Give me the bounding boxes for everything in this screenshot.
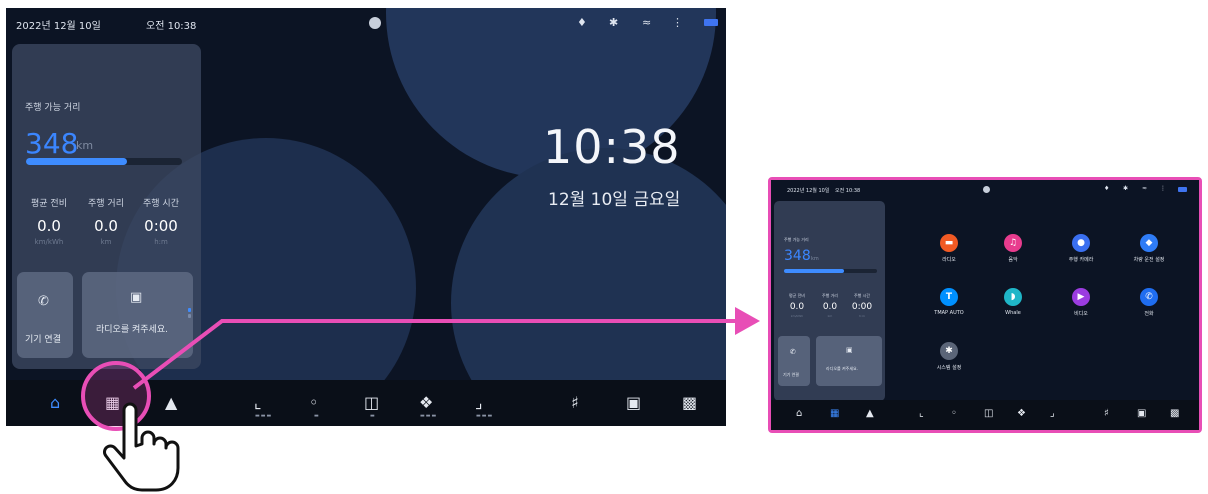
radio-label: 라디오를 켜주세요. bbox=[826, 366, 858, 371]
hand-pointer-icon bbox=[103, 402, 180, 492]
cup-heat-icon[interactable]: ◫ bbox=[984, 408, 993, 419]
range-progress-bar bbox=[784, 269, 877, 273]
seat-adjust-icon[interactable]: ⌟ bbox=[1050, 408, 1055, 419]
steering-heat-icon[interactable]: ◦ bbox=[951, 408, 957, 419]
app-drive-camera[interactable]: ● 주행 카메라 bbox=[1053, 234, 1109, 263]
apps-grid-icon[interactable]: ▦ bbox=[830, 408, 839, 419]
app-name: 음악 bbox=[1008, 257, 1018, 263]
app-name: 주행 카메라 bbox=[1068, 257, 1094, 263]
phone-icon: ✆ bbox=[790, 348, 796, 356]
music-app-icon: ♫ bbox=[1004, 234, 1022, 252]
car-icon[interactable]: ▩ bbox=[1170, 408, 1179, 419]
user-icon[interactable] bbox=[983, 186, 990, 193]
stat-time: 주행 시간 0:00 h:m bbox=[845, 293, 879, 318]
stat-value: 0.0 bbox=[822, 302, 838, 312]
stat-label: 주행 시간 bbox=[854, 293, 870, 298]
settings-app-icon: ✱ bbox=[940, 342, 958, 360]
stat-efficiency: 평균 전비 0.0 km/kWh bbox=[780, 293, 814, 318]
device-connect-label: 기기 연결 bbox=[783, 372, 799, 377]
stat-distance: 주행 거리 0.0 km bbox=[813, 293, 847, 318]
range-unit: km bbox=[811, 256, 819, 262]
app-phone[interactable]: ✆ 전화 bbox=[1121, 288, 1177, 317]
app-name: 시스템 설정 bbox=[936, 365, 962, 371]
arrow-head bbox=[735, 307, 760, 335]
phone-app-icon: ✆ bbox=[1140, 288, 1158, 306]
stat-label: 평균 전비 bbox=[789, 293, 805, 298]
car-app-icon: ◆ bbox=[1140, 234, 1158, 252]
wifi-icon: ≈ bbox=[1142, 185, 1148, 192]
app-vehicle-settings[interactable]: ◆ 차량 운전 설정 bbox=[1121, 234, 1177, 263]
status-time: 오전 10:38 bbox=[835, 188, 861, 194]
radio-widget[interactable]: ▣ 라디오를 켜주세요. bbox=[816, 336, 882, 386]
bluetooth-icon: ✱ bbox=[1123, 185, 1129, 192]
app-whale[interactable]: ◗ Whale bbox=[985, 288, 1041, 316]
radio-icon: ▣ bbox=[846, 346, 853, 354]
home-icon[interactable]: ⌂ bbox=[796, 408, 802, 419]
radio-app-icon: ▬ bbox=[940, 234, 958, 252]
camera-icon[interactable]: ▣ bbox=[1137, 408, 1146, 419]
app-system-settings[interactable]: ✱ 시스템 설정 bbox=[921, 342, 977, 371]
app-radio[interactable]: ▬ 라디오 bbox=[921, 234, 977, 263]
app-name: 전화 bbox=[1144, 311, 1154, 317]
whale-app-icon: ◗ bbox=[1004, 288, 1022, 306]
tmap-app-icon: T bbox=[940, 288, 958, 306]
range-label: 주행 가능 거리 bbox=[784, 237, 809, 242]
app-name: Whale bbox=[1005, 310, 1021, 316]
stat-value: 0:00 bbox=[851, 302, 873, 312]
app-name: 차량 운전 설정 bbox=[1133, 257, 1165, 263]
battery-icon bbox=[1178, 187, 1187, 192]
app-name: TMAP AUTO bbox=[934, 310, 964, 316]
range-progress-fill bbox=[784, 269, 845, 273]
bottom-dock: ⌂ ▦ ▲ ⌞ ◦ ◫ ❖ ⌟ ♯ ▣ ▩ bbox=[771, 400, 1199, 430]
arrow-line bbox=[132, 319, 735, 390]
range-value: 348 bbox=[784, 248, 811, 264]
stat-unit: km bbox=[827, 314, 833, 318]
video-app-icon: ▶ bbox=[1072, 288, 1090, 306]
seat-heat-icon[interactable]: ⌞ bbox=[919, 408, 924, 419]
stat-value: 0.0 bbox=[789, 302, 805, 312]
device-connect-widget[interactable]: ✆ 기기 연결 bbox=[778, 336, 810, 386]
stat-label: 주행 거리 bbox=[822, 293, 838, 298]
volume-icon[interactable]: ♯ bbox=[1104, 408, 1109, 419]
seat-vent-icon[interactable]: ❖ bbox=[1017, 408, 1026, 419]
apps-screen: 2022년 12월 10일 오전 10:38 ♦ ✱ ≈ ⋮ 주행 가능 거리 … bbox=[771, 180, 1199, 430]
stat-unit: h:m bbox=[859, 314, 865, 318]
app-music[interactable]: ♫ 음악 bbox=[985, 234, 1041, 263]
app-video[interactable]: ▶ 비디오 bbox=[1053, 288, 1109, 317]
signal-icon: ⋮ bbox=[1160, 185, 1166, 192]
app-tmap[interactable]: T TMAP AUTO bbox=[921, 288, 977, 316]
bell-icon: ♦ bbox=[1104, 185, 1110, 192]
camera-app-icon: ● bbox=[1072, 234, 1090, 252]
status-date: 2022년 12월 10일 bbox=[787, 188, 830, 194]
navigation-icon[interactable]: ▲ bbox=[866, 408, 874, 419]
app-name: 라디오 bbox=[942, 257, 956, 263]
app-name: 비디오 bbox=[1074, 311, 1088, 317]
stat-unit: km/kWh bbox=[790, 314, 804, 318]
